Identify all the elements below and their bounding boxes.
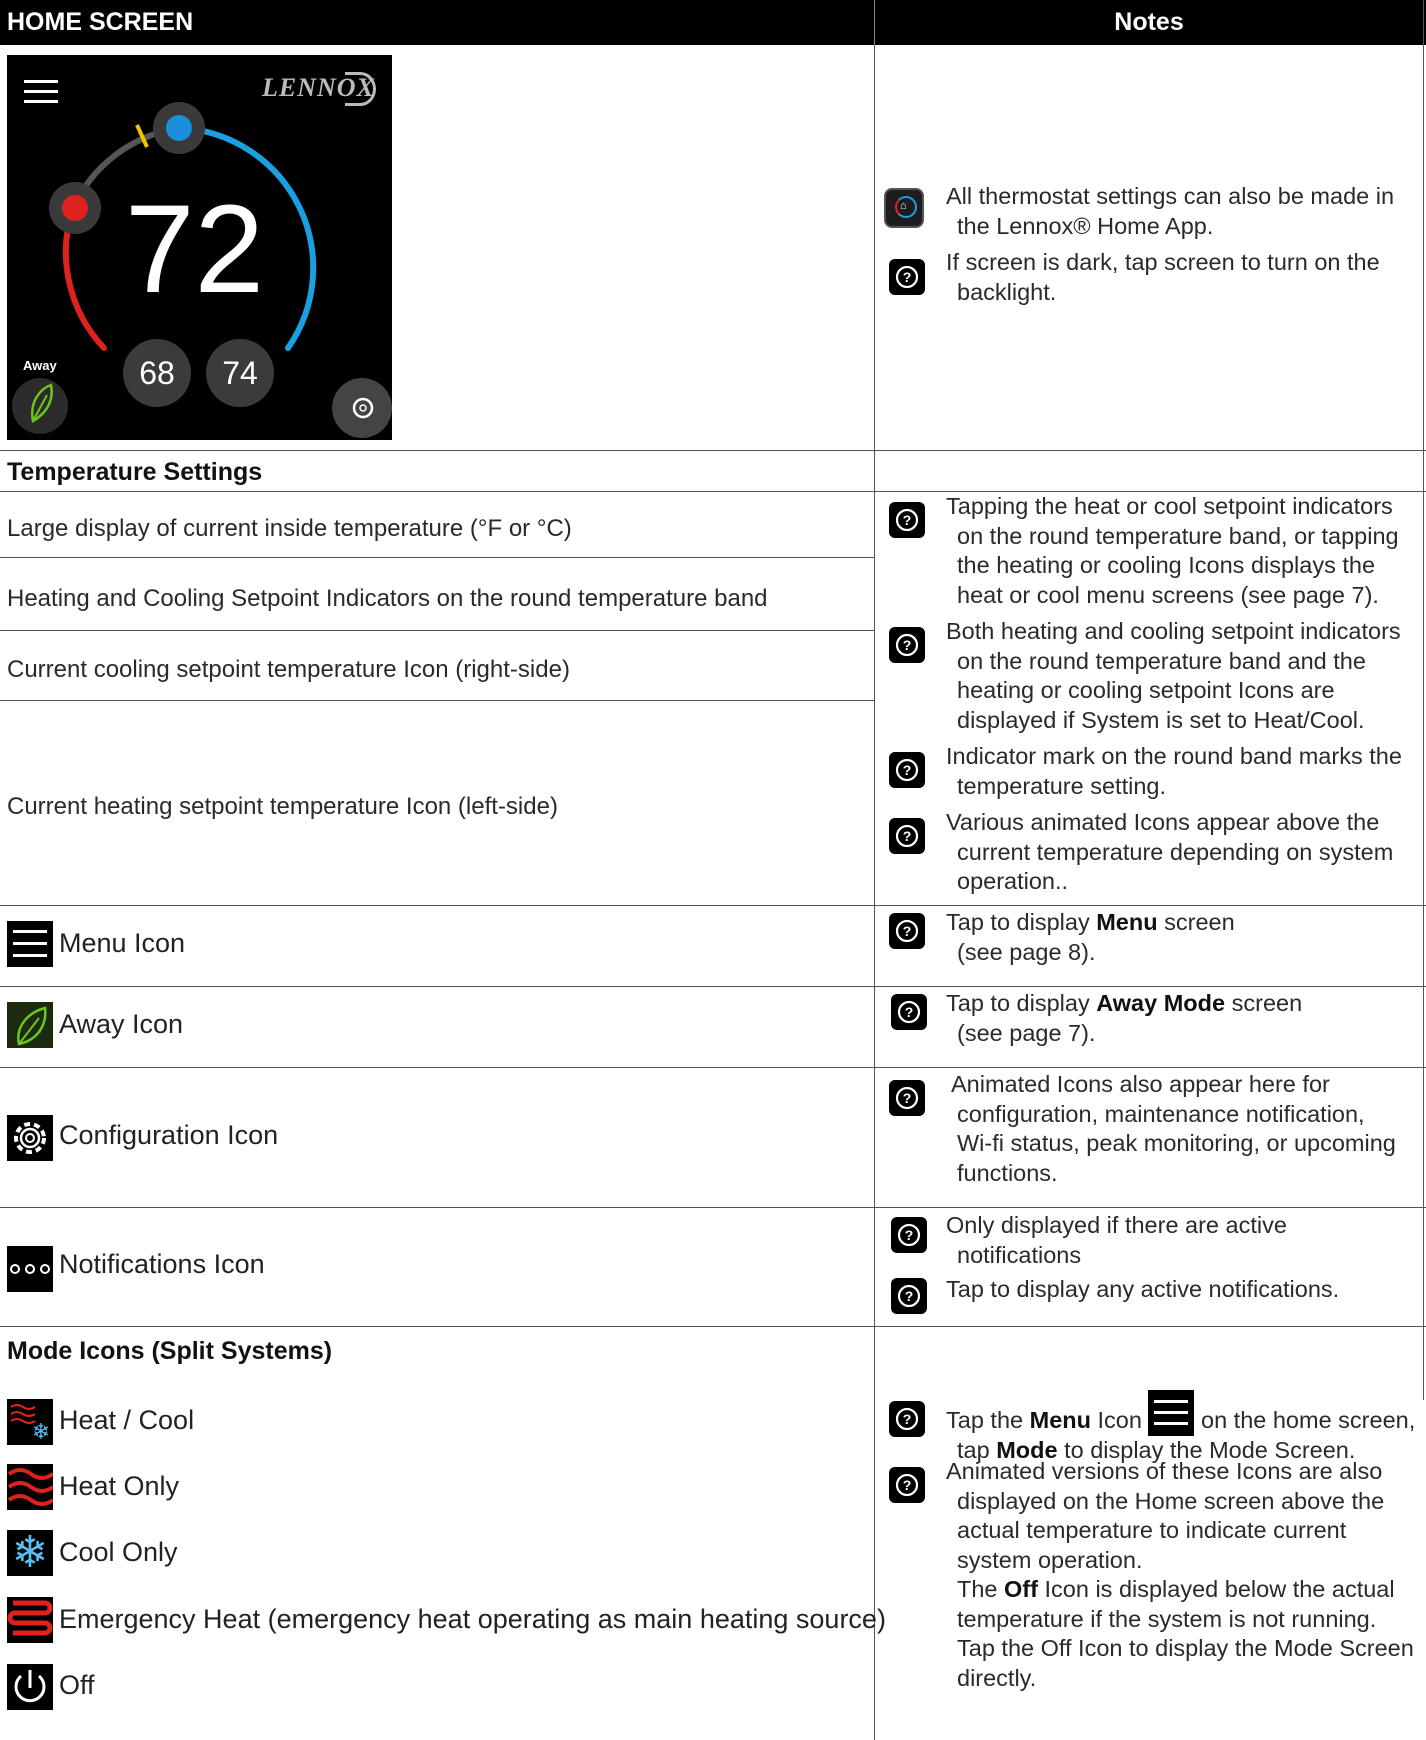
help-icon: ?	[889, 752, 925, 788]
temp-row-4: Current heating setpoint temperature Ico…	[7, 793, 558, 820]
svg-text:?: ?	[903, 512, 912, 528]
temp-note-3: Indicator mark on the round band marks t…	[946, 743, 1402, 799]
heat-cool-icon: ❄	[7, 1399, 53, 1445]
away-leaf-icon[interactable]	[12, 378, 68, 434]
divider	[0, 450, 1426, 451]
away-icon-label: Away Icon	[59, 1009, 184, 1039]
gear-icon[interactable]	[332, 378, 392, 438]
svg-text:?: ?	[905, 1288, 914, 1304]
help-icon: ?	[889, 913, 925, 949]
mode-heat-only-label: Heat Only	[59, 1471, 180, 1501]
current-temperature: 72	[124, 180, 265, 319]
away-label: Away	[23, 358, 57, 373]
section-title-mode-icons: Mode Icons (Split Systems)	[7, 1337, 333, 1365]
divider	[0, 1207, 1426, 1208]
divider	[0, 557, 874, 558]
svg-text:?: ?	[903, 1477, 912, 1493]
config-note: Animated Icons also appear here for conf…	[951, 1071, 1396, 1186]
help-icon: ?	[891, 1217, 927, 1253]
thermostat-screen: LENNOX 72 68 74 Away	[7, 55, 392, 440]
help-icon: ?	[889, 1080, 925, 1116]
svg-text:?: ?	[903, 1411, 912, 1427]
notifications-icon-label: Notifications Icon	[59, 1249, 265, 1279]
help-icon: ?	[889, 1401, 925, 1437]
svg-text:?: ?	[903, 1090, 912, 1106]
configuration-icon-label: Configuration Icon	[59, 1120, 279, 1150]
away-leaf-icon	[7, 1002, 53, 1048]
help-icon: ?	[889, 818, 925, 854]
svg-text:?: ?	[903, 269, 912, 285]
temp-row-3: Current cooling setpoint temperature Ico…	[7, 656, 570, 683]
help-icon: ?	[889, 627, 925, 663]
right-border	[1423, 0, 1424, 1400]
mode-emergency-heat-label: Emergency Heat (emergency heat operating…	[59, 1604, 886, 1634]
help-icon: ?	[891, 994, 927, 1030]
heat-setpoint-value[interactable]: 68	[123, 355, 191, 391]
svg-text:?: ?	[903, 828, 912, 844]
notif-note-2: Tap to display any active notifications.	[946, 1276, 1340, 1302]
temp-note-4: Various animated Icons appear above the …	[946, 809, 1394, 894]
header-notes: Notes	[1114, 8, 1184, 36]
top-note-2: If screen is dark, tap screen to turn on…	[946, 249, 1380, 305]
heat-only-icon	[7, 1464, 55, 1510]
power-off-icon	[7, 1664, 53, 1710]
temp-row-2: Heating and Cooling Setpoint Indicators …	[7, 585, 768, 612]
column-divider	[874, 45, 875, 1740]
divider	[0, 986, 1426, 987]
mode-cool-only-label: Cool Only	[59, 1537, 178, 1567]
svg-text:?: ?	[903, 923, 912, 939]
divider	[0, 905, 1426, 906]
mode-off-label: Off	[59, 1670, 95, 1700]
lennox-logo-swoosh	[345, 72, 376, 106]
away-note: Tap to display Away Mode screen (see pag…	[946, 990, 1303, 1046]
mode-heat-cool-label: Heat / Cool	[59, 1405, 195, 1435]
lennox-home-app-icon: ⌂	[884, 188, 924, 228]
svg-text:?: ?	[905, 1004, 914, 1020]
menu-icon	[1148, 1390, 1195, 1436]
hamburger-menu-icon[interactable]	[17, 70, 67, 115]
divider	[0, 1326, 1426, 1327]
cool-only-icon: ❄	[7, 1530, 53, 1576]
temp-note-1: Tapping the heat or cool setpoint indica…	[946, 493, 1399, 608]
help-icon: ?	[889, 1467, 925, 1503]
menu-note: Tap to display Menu screen (see page 8).	[946, 909, 1235, 965]
menu-icon-label: Menu Icon	[59, 928, 186, 958]
gear-icon	[7, 1115, 53, 1161]
mode-note-2: Animated versions of these Icons are als…	[946, 1458, 1414, 1691]
mode-note-1: Tap the Menu Icon on the home screen, ta…	[946, 1390, 1415, 1466]
notif-note-1: Only displayed if there are active notif…	[946, 1212, 1287, 1268]
cool-setpoint-value[interactable]: 74	[206, 355, 274, 391]
help-icon: ?	[891, 1278, 927, 1314]
svg-text:❄: ❄	[32, 1420, 50, 1445]
divider	[0, 1067, 1426, 1068]
temp-row-1: Large display of current inside temperat…	[7, 515, 572, 542]
header-home-screen: HOME SCREEN	[7, 8, 194, 36]
help-icon: ?	[889, 502, 925, 538]
section-title-temperature-settings: Temperature Settings	[7, 458, 263, 486]
help-icon: ?	[889, 259, 925, 295]
divider	[0, 700, 874, 701]
svg-text:?: ?	[903, 762, 912, 778]
header-divider	[874, 0, 875, 45]
top-note-1: All thermostat settings can also be made…	[946, 183, 1395, 239]
divider	[0, 630, 874, 631]
temp-note-2: Both heating and cooling setpoint indica…	[946, 618, 1401, 733]
svg-text:?: ?	[905, 1227, 914, 1243]
menu-icon	[7, 921, 53, 967]
emergency-heat-icon	[7, 1597, 53, 1643]
svg-text:?: ?	[903, 637, 912, 653]
notifications-dots-icon	[7, 1246, 53, 1292]
